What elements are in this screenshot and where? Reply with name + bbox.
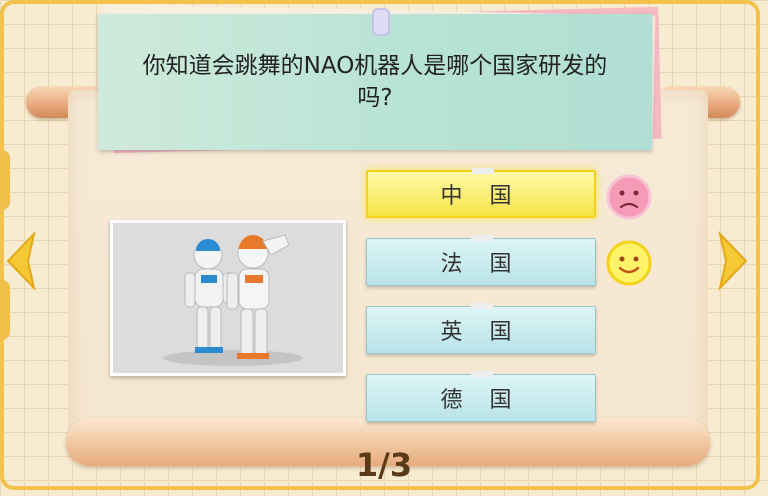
option-tab [471, 303, 493, 309]
option-1-label: 中 国 [440, 184, 522, 209]
option-tab [471, 235, 493, 241]
nao-robots-photo [110, 220, 346, 376]
option-1-button[interactable]: 中 国 [366, 168, 596, 218]
option-4-label: 德 国 [440, 388, 522, 413]
robots-illustration [113, 223, 343, 373]
option-2-label: 法 国 [440, 252, 522, 277]
option-tab [471, 371, 493, 377]
smiley-face-icon [606, 240, 652, 286]
left-edge-tab [0, 150, 10, 210]
option-3-button[interactable]: 英 国 [366, 303, 596, 354]
right-arrow-icon[interactable] [716, 230, 752, 292]
option-2-button[interactable]: 法 国 [366, 235, 596, 286]
sad-face-icon [606, 174, 652, 220]
option-tab [472, 168, 494, 174]
paperclip-icon [372, 8, 390, 36]
option-3-label: 英 国 [440, 320, 522, 345]
option-4-button[interactable]: 德 国 [366, 371, 596, 422]
question-text: 你知道会跳舞的NAO机器人是哪个国家研发的吗? [142, 53, 608, 111]
left-arrow-icon[interactable] [2, 230, 38, 292]
progress-counter: 1/3 [355, 446, 413, 484]
